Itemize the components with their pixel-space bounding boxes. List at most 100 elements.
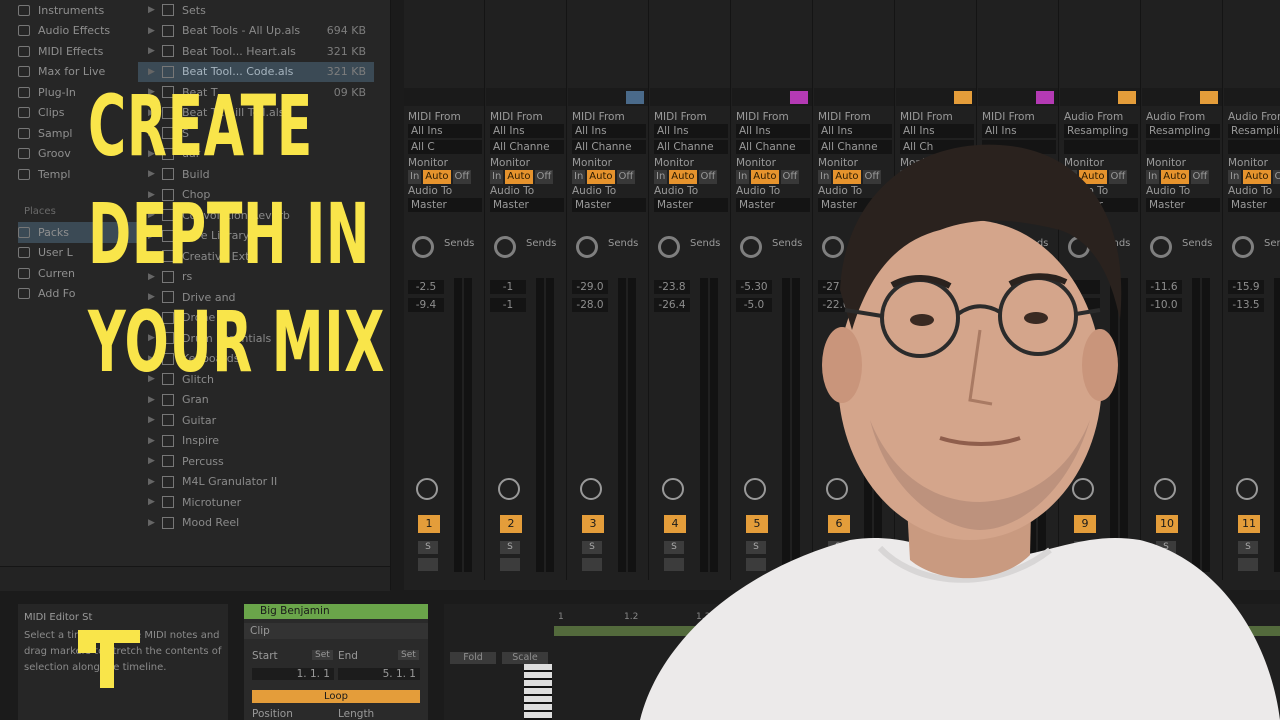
loop-button[interactable]: Loop (252, 690, 420, 703)
input-source-select[interactable]: All Ins (408, 124, 482, 138)
browser-file-row[interactable]: ▶ Guitar (138, 410, 374, 431)
browser-category-label: Sampl (38, 126, 73, 140)
browser-category-2[interactable]: MIDI Effects (18, 41, 138, 62)
input-channel-select[interactable]: All C (408, 140, 482, 154)
browser-category-label: Plug-In (38, 85, 76, 99)
clip-end-label: End (338, 650, 358, 662)
volume-field[interactable]: -1 (490, 280, 526, 294)
arm-button[interactable] (500, 558, 520, 571)
peak-level-field[interactable]: -28.0 (572, 298, 608, 312)
file-name: Inspire (182, 434, 220, 448)
browser-file-row[interactable]: ▶ Mood Reel (138, 513, 374, 534)
input-source-select[interactable]: All Ins (490, 124, 564, 138)
folder-icon (18, 267, 30, 279)
browser-file-row[interactable]: ▶ Microtuner (138, 492, 374, 513)
send-a-knob[interactable] (494, 236, 516, 258)
thumbnail-headline: CREATE DEPTH IN YOUR MIX (88, 72, 385, 396)
clip-start-set-button[interactable]: Set (312, 650, 333, 660)
peak-level-field[interactable]: -9.4 (408, 298, 444, 312)
expand-arrow-icon[interactable]: ▶ (148, 5, 162, 15)
monitor-auto-button[interactable]: Auto (423, 170, 451, 184)
expand-arrow-icon[interactable]: ▶ (148, 46, 162, 56)
monitor-in-button[interactable]: In (408, 170, 422, 184)
track-io-section: MIDI From All Ins All Channe Monitor In Auto O… (490, 110, 564, 214)
arm-button[interactable] (418, 558, 438, 571)
monitor-off-button[interactable]: Off (534, 170, 554, 184)
clip-end-field[interactable]: 5. 1. 1 (338, 668, 420, 680)
expand-arrow-icon[interactable]: ▶ (148, 518, 162, 528)
clip-start-label: Start (252, 650, 278, 662)
fold-button[interactable]: Fold (450, 652, 496, 664)
level-meter-right (464, 278, 472, 572)
monitor-off-button[interactable]: Off (452, 170, 472, 184)
folder-icon (18, 247, 30, 259)
clip-name[interactable]: Big Benjamin (244, 604, 428, 619)
expand-arrow-icon[interactable]: ▶ (148, 497, 162, 507)
solo-button[interactable]: S (418, 541, 438, 554)
scale-button[interactable]: Scale (502, 652, 548, 664)
browser-file-row[interactable]: ▶ Percuss (138, 451, 374, 472)
place-label: User L (38, 246, 73, 260)
output-type-label: Audio To (490, 185, 535, 197)
brand-logo-icon (78, 630, 140, 688)
expand-arrow-icon[interactable]: ▶ (148, 436, 162, 446)
clip-color-swatch (872, 91, 890, 104)
pan-knob[interactable] (580, 478, 602, 500)
browser-category-label: Instruments (38, 3, 105, 17)
track-activator-button[interactable]: 1 (418, 515, 440, 533)
browser-file-row[interactable]: ▶ Beat Tool... Heart.als 321 KB (138, 41, 374, 62)
solo-button[interactable]: S (500, 541, 520, 554)
expand-arrow-icon[interactable]: ▶ (148, 456, 162, 466)
browser-category-label: Clips (38, 106, 65, 120)
expand-arrow-icon[interactable]: ▶ (148, 477, 162, 487)
clip-section-header[interactable]: Clip (244, 623, 428, 639)
clips-icon (18, 107, 30, 119)
track-io-section: MIDI From All Ins All C Monitor In Auto Off Aud… (408, 110, 482, 214)
volume-field[interactable]: -29.0 (572, 280, 608, 294)
folder-icon (162, 414, 174, 427)
peak-level-field[interactable]: -1 (490, 298, 526, 312)
expand-arrow-icon[interactable]: ▶ (148, 26, 162, 36)
browser-category-label: Audio Effects (38, 24, 111, 38)
send-a-knob[interactable] (412, 236, 434, 258)
browser-file-row[interactable]: ▶ M4L Granulator II (138, 472, 374, 493)
samples-icon (18, 127, 30, 139)
send-a-knob[interactable] (576, 236, 598, 258)
solo-button[interactable]: S (582, 541, 602, 554)
output-target-select[interactable]: Master (490, 198, 564, 212)
pan-knob[interactable] (498, 478, 520, 500)
monitor-in-button[interactable]: In (490, 170, 504, 184)
clip-section-label: Clip (250, 625, 270, 637)
input-channel-select[interactable]: All Channe (490, 140, 564, 154)
input-type-label: MIDI From (490, 111, 543, 123)
track-activator-button[interactable]: 2 (500, 515, 522, 533)
volume-field[interactable]: -2.5 (408, 280, 444, 294)
folder-icon (162, 475, 174, 488)
folder-icon (18, 226, 30, 238)
pan-knob[interactable] (416, 478, 438, 500)
piano-keys[interactable] (524, 664, 552, 720)
browser-file-row[interactable]: ▶ Beat Tools - All Up.als 694 KB (138, 21, 374, 42)
clip-slot[interactable] (1224, 88, 1280, 106)
instruments-icon (18, 4, 30, 16)
track-activator-button[interactable]: 3 (582, 515, 604, 533)
mixer-track-2: MIDI From All Ins All Channe Monitor In Auto O… (486, 0, 567, 580)
browser-file-row[interactable]: ▶ Sets (138, 0, 374, 21)
monitor-auto-button[interactable]: Auto (587, 170, 615, 184)
arm-button[interactable] (582, 558, 602, 571)
browser-category-1[interactable]: Audio Effects (18, 21, 138, 42)
monitor-in-button[interactable]: In (572, 170, 586, 184)
browser-category-label: MIDI Effects (38, 44, 104, 58)
browser-category-0[interactable]: Instruments (18, 0, 138, 21)
sends-label: Sends (444, 238, 475, 249)
clip-start-field[interactable]: 1. 1. 1 (252, 668, 334, 680)
expand-arrow-icon[interactable]: ▶ (148, 415, 162, 425)
browser-file-row[interactable]: ▶ Inspire (138, 431, 374, 452)
output-type-label: Audio To (408, 185, 453, 197)
expand-arrow-icon[interactable]: ▶ (148, 395, 162, 405)
output-target-select[interactable]: Master (408, 198, 482, 212)
clip-color-swatch (708, 91, 726, 104)
monitor-auto-button[interactable]: Auto (505, 170, 533, 184)
file-name: Beat Tools - All Up.als (182, 24, 301, 38)
clip-end-set-button[interactable]: Set (398, 650, 419, 660)
